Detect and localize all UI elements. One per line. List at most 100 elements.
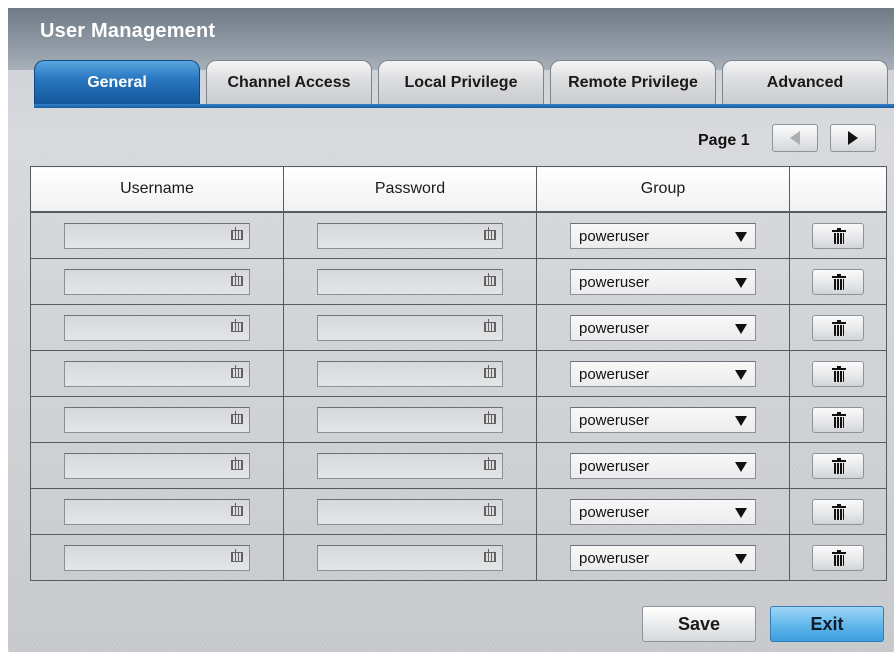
group-select[interactable]: poweruser	[570, 406, 756, 433]
caret-down-icon	[735, 323, 747, 334]
password-field[interactable]	[317, 268, 503, 295]
trash-icon	[832, 319, 846, 336]
delete-cell	[789, 304, 887, 351]
password-cell	[283, 350, 537, 397]
username-field[interactable]	[64, 314, 250, 341]
group-cell: poweruser	[536, 488, 790, 535]
page-indicator: Page 1	[698, 132, 750, 149]
keyboard-icon[interactable]	[484, 548, 496, 562]
group-value: poweruser	[579, 319, 650, 337]
caret-down-icon	[735, 553, 747, 564]
keyboard-icon[interactable]	[484, 318, 496, 332]
keyboard-icon[interactable]	[231, 364, 243, 378]
group-select[interactable]: poweruser	[570, 268, 756, 295]
username-field[interactable]	[64, 222, 250, 249]
password-field[interactable]	[317, 544, 503, 571]
group-cell: poweruser	[536, 258, 790, 305]
column-header-username: Username	[30, 166, 284, 213]
username-field[interactable]	[64, 268, 250, 295]
delete-user-button[interactable]	[812, 406, 864, 433]
password-field[interactable]	[317, 452, 503, 479]
delete-user-button[interactable]	[812, 268, 864, 295]
delete-cell	[789, 534, 887, 581]
username-field[interactable]	[64, 544, 250, 571]
keyboard-icon[interactable]	[231, 272, 243, 286]
group-select[interactable]: poweruser	[570, 498, 756, 525]
password-field[interactable]	[317, 498, 503, 525]
username-field[interactable]	[64, 452, 250, 479]
keyboard-icon[interactable]	[484, 364, 496, 378]
keyboard-icon[interactable]	[484, 456, 496, 470]
delete-cell	[789, 211, 887, 259]
delete-user-button[interactable]	[812, 314, 864, 341]
delete-cell	[789, 258, 887, 305]
keyboard-icon[interactable]	[231, 502, 243, 516]
caret-down-icon	[735, 369, 747, 380]
username-field[interactable]	[64, 360, 250, 387]
group-cell: poweruser	[536, 442, 790, 489]
password-field[interactable]	[317, 406, 503, 433]
password-cell	[283, 534, 537, 581]
password-field[interactable]	[317, 360, 503, 387]
username-cell	[30, 534, 284, 581]
prev-page-button[interactable]	[772, 124, 818, 152]
username-cell	[30, 211, 284, 259]
username-cell	[30, 258, 284, 305]
group-select[interactable]: poweruser	[570, 222, 756, 249]
user-management-window: User Management General Channel Access L…	[8, 8, 894, 652]
group-value: poweruser	[579, 365, 650, 383]
group-cell: poweruser	[536, 304, 790, 351]
password-field[interactable]	[317, 222, 503, 249]
keyboard-icon[interactable]	[484, 272, 496, 286]
username-cell	[30, 488, 284, 535]
keyboard-icon[interactable]	[484, 410, 496, 424]
password-cell	[283, 258, 537, 305]
group-select[interactable]: poweruser	[570, 360, 756, 387]
trash-icon	[832, 549, 846, 566]
next-page-button[interactable]	[830, 124, 876, 152]
delete-user-button[interactable]	[812, 544, 864, 571]
column-header-group: Group	[536, 166, 790, 213]
keyboard-icon[interactable]	[231, 318, 243, 332]
trash-icon	[832, 457, 846, 474]
tab-channel-access[interactable]: Channel Access	[206, 60, 372, 104]
exit-button[interactable]: Exit	[770, 606, 884, 642]
group-value: poweruser	[579, 227, 650, 245]
table-row: poweruser	[30, 304, 887, 351]
delete-user-button[interactable]	[812, 452, 864, 479]
keyboard-icon[interactable]	[231, 226, 243, 240]
username-field[interactable]	[64, 498, 250, 525]
group-select[interactable]: poweruser	[570, 452, 756, 479]
group-cell: poweruser	[536, 396, 790, 443]
save-button[interactable]: Save	[642, 606, 756, 642]
tab-local-privilege[interactable]: Local Privilege	[378, 60, 544, 104]
group-select[interactable]: poweruser	[570, 544, 756, 571]
tab-advanced[interactable]: Advanced	[722, 60, 888, 104]
keyboard-icon[interactable]	[484, 502, 496, 516]
password-field[interactable]	[317, 314, 503, 341]
delete-cell	[789, 396, 887, 443]
caret-down-icon	[735, 507, 747, 518]
delete-user-button[interactable]	[812, 222, 864, 249]
tab-bar: General Channel Access Local Privilege R…	[34, 60, 894, 108]
table-row: poweruser	[30, 258, 887, 305]
group-value: poweruser	[579, 411, 650, 429]
keyboard-icon[interactable]	[484, 226, 496, 240]
trash-icon	[832, 227, 846, 244]
keyboard-icon[interactable]	[231, 456, 243, 470]
password-cell	[283, 442, 537, 489]
keyboard-icon[interactable]	[231, 410, 243, 424]
password-cell	[283, 488, 537, 535]
table-row: poweruser	[30, 350, 887, 397]
delete-user-button[interactable]	[812, 498, 864, 525]
username-field[interactable]	[64, 406, 250, 433]
keyboard-icon[interactable]	[231, 548, 243, 562]
tab-general[interactable]: General	[34, 60, 200, 104]
trash-icon	[832, 503, 846, 520]
tab-remote-privilege[interactable]: Remote Privilege	[550, 60, 716, 104]
delete-user-button[interactable]	[812, 360, 864, 387]
delete-cell	[789, 488, 887, 535]
table-header-row: Username Password Group	[30, 166, 887, 213]
users-table: Username Password Group poweruser poweru…	[30, 166, 887, 581]
group-select[interactable]: poweruser	[570, 314, 756, 341]
